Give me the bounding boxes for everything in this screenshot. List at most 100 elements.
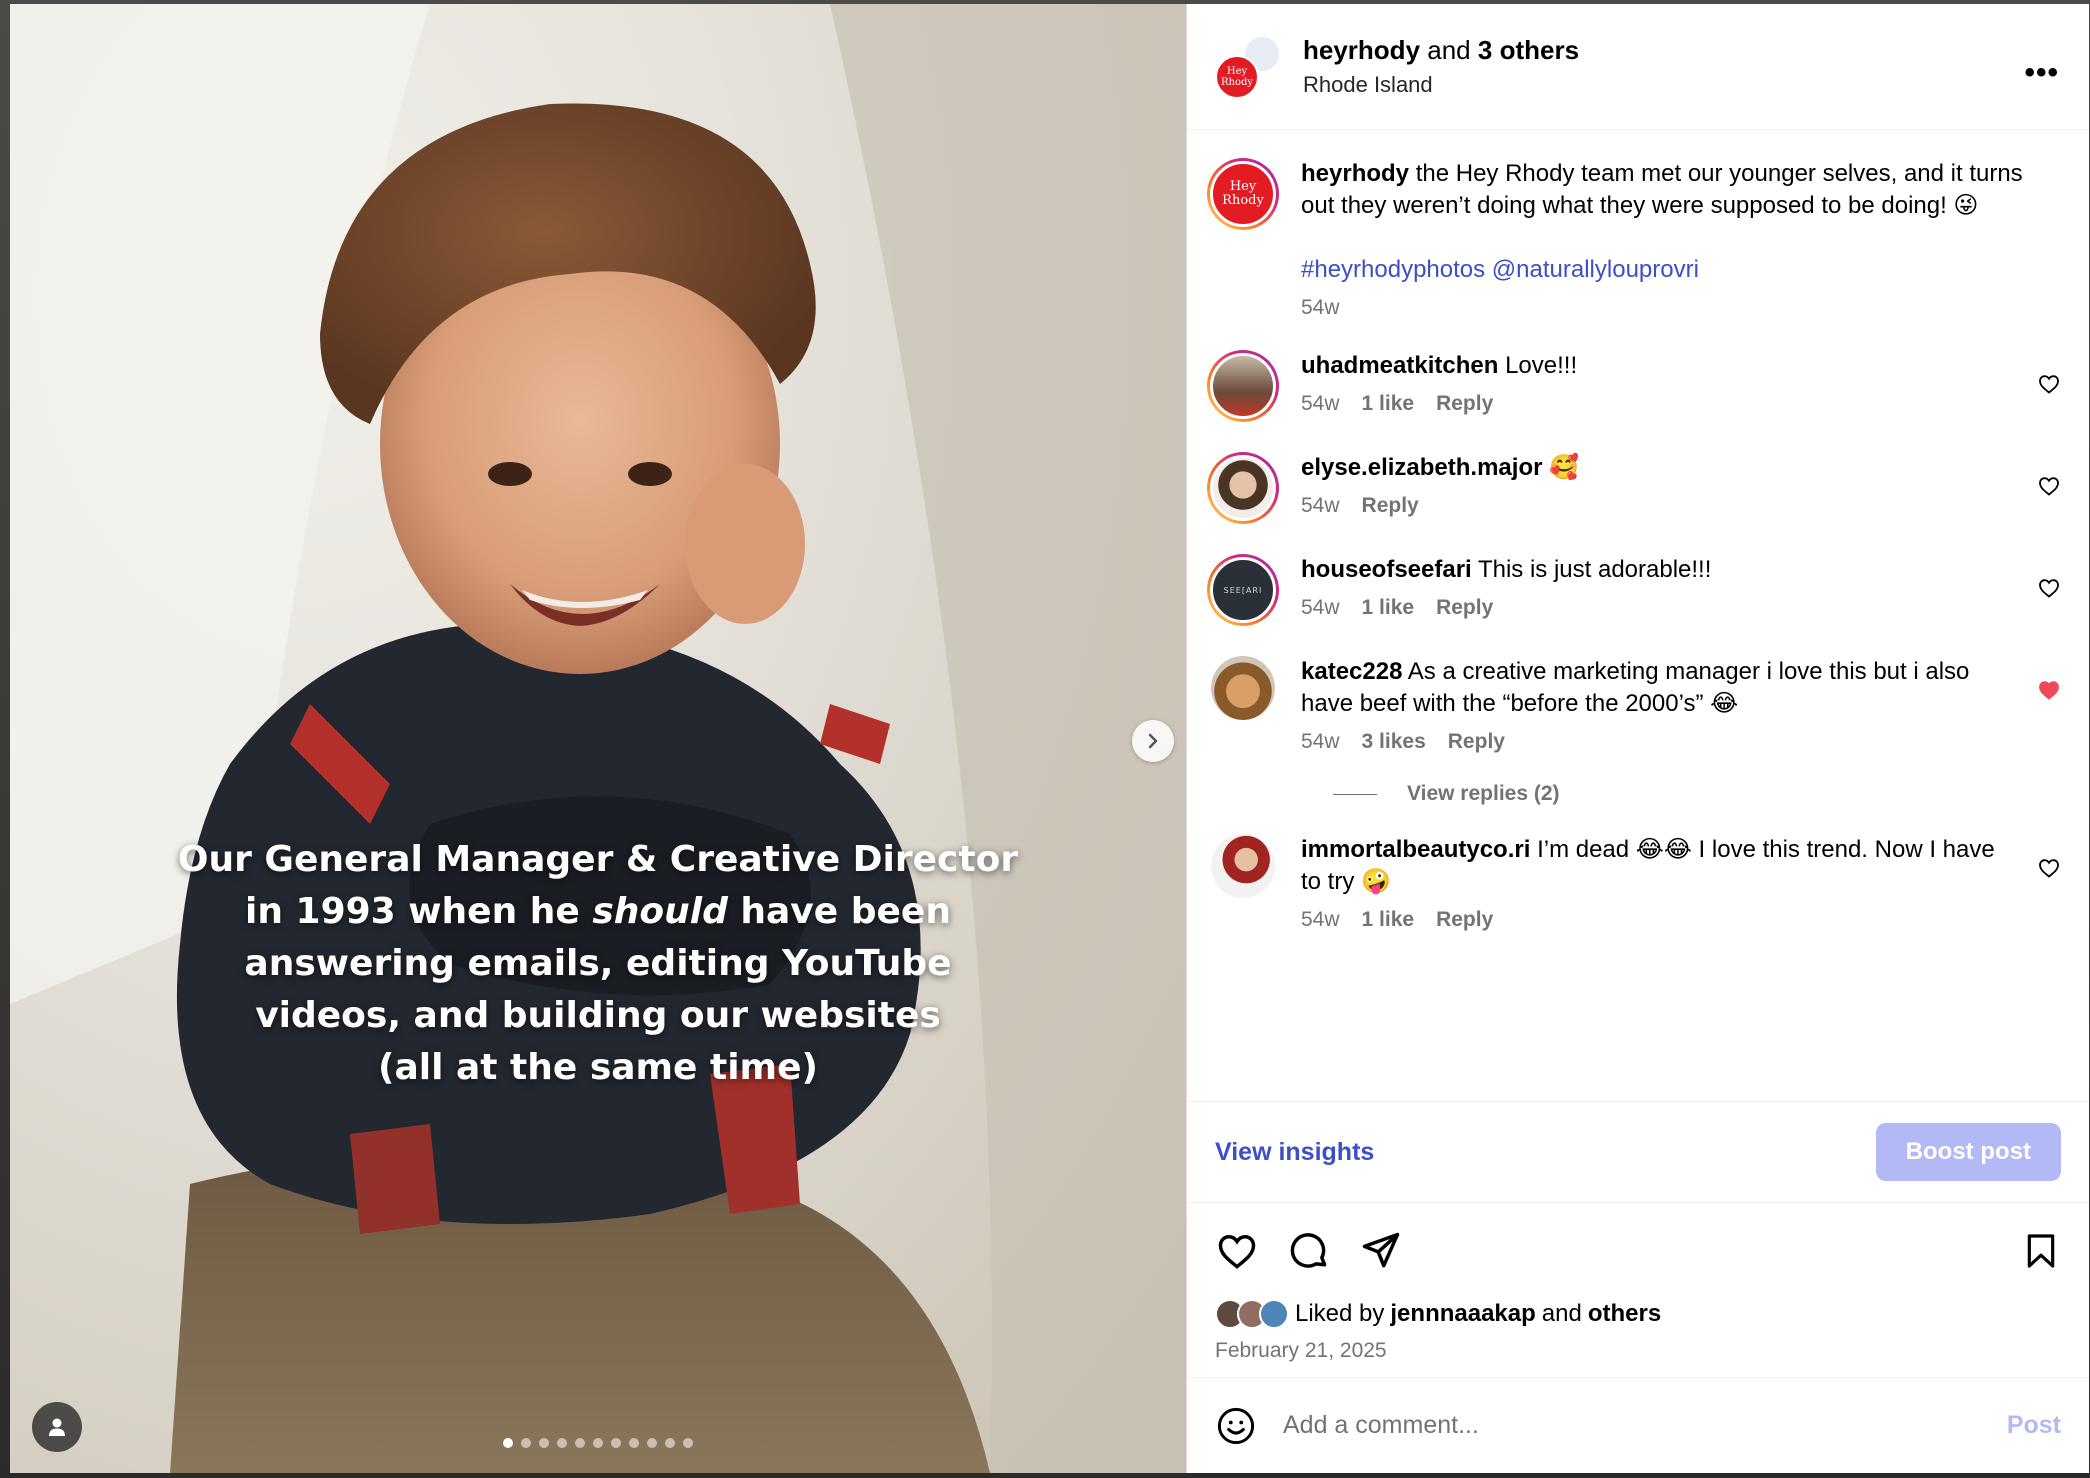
carousel-dot xyxy=(611,1438,621,1448)
caption-text: heyrhody the Hey Rhody team met our youn… xyxy=(1301,158,2041,222)
comment-like-count[interactable]: 1 like xyxy=(1362,596,1415,620)
bookmark-icon[interactable] xyxy=(2021,1229,2061,1273)
comment-item: katec228 As a creative marketing manager… xyxy=(1207,656,2061,754)
seefari-logo-avatar: SEE[ARI xyxy=(1210,557,1276,623)
emoji-smiley-icon[interactable] xyxy=(1215,1405,1257,1447)
heart-outline-icon[interactable] xyxy=(2037,474,2061,498)
owners-others[interactable]: 3 others xyxy=(1478,35,1579,65)
caption-time[interactable]: 54w xyxy=(1301,296,1340,320)
post-photo[interactable]: Our General Manager & Creative Director … xyxy=(10,4,1186,1473)
comment-meta: 54w Reply xyxy=(1301,494,2001,518)
liked-by-prefix: Liked by xyxy=(1295,1300,1385,1327)
comment-text: houseofseefari This is just adorable!!! xyxy=(1301,554,2001,586)
carousel-dot xyxy=(683,1438,693,1448)
post-comment-button[interactable]: Post xyxy=(2007,1411,2061,1440)
carousel-dot xyxy=(557,1438,567,1448)
carousel-dot xyxy=(665,1438,675,1448)
comment-username[interactable]: uhadmeatkitchen xyxy=(1301,352,1498,379)
overlay-line-3: answering emails, editing YouTube xyxy=(244,943,952,984)
comment-username[interactable]: immortalbeautyco.ri xyxy=(1301,836,1530,863)
logo-text-hey: Hey xyxy=(1229,179,1257,194)
like-heart-icon[interactable] xyxy=(1215,1229,1259,1273)
comment-username[interactable]: elyse.elizabeth.major xyxy=(1301,454,1542,481)
caption-message: the Hey Rhody team met our younger selve… xyxy=(1301,160,2023,219)
heart-outline-icon[interactable] xyxy=(2037,576,2061,600)
caption-tags[interactable]: #heyrhodyphotos @naturallylouprovri xyxy=(1301,254,2041,286)
comment-time[interactable]: 54w xyxy=(1301,908,1340,932)
heart-filled-icon[interactable] xyxy=(2037,678,2061,702)
overlay-line-4: videos, and building our websites xyxy=(255,995,941,1036)
heyrhody-logo-avatar: Hey Rhody xyxy=(1215,54,1259,99)
view-replies-button[interactable]: View replies (2) xyxy=(1333,782,2061,806)
comment-username[interactable]: katec228 xyxy=(1301,658,1402,685)
commenter-avatar[interactable] xyxy=(1211,656,1275,720)
liked-by-others[interactable]: others xyxy=(1588,1300,1661,1328)
comment-time[interactable]: 54w xyxy=(1301,392,1340,416)
caption-body: heyrhody the Hey Rhody team met our youn… xyxy=(1301,158,2061,320)
photo-scene xyxy=(10,4,1186,1473)
comment-body: uhadmeatkitchen Love!!! 54w 1 like Reply xyxy=(1301,350,2061,422)
comment-text: elyse.elizabeth.major 🥰 xyxy=(1301,452,2001,484)
comment-time[interactable]: 54w xyxy=(1301,596,1340,620)
comment-item: uhadmeatkitchen Love!!! 54w 1 like Reply xyxy=(1207,350,2061,422)
commenter-avatar[interactable] xyxy=(1211,834,1275,898)
boost-post-button[interactable]: Boost post xyxy=(1875,1123,2061,1181)
carousel-dot xyxy=(539,1438,549,1448)
view-insights-link[interactable]: View insights xyxy=(1215,1138,1374,1167)
comment-item: elyse.elizabeth.major 🥰 54w Reply xyxy=(1207,452,2061,524)
comment-message: Love!!! xyxy=(1505,352,1578,379)
comment-meta: 54w 3 likes Reply xyxy=(1301,730,2001,754)
comment-message: 🥰 xyxy=(1549,454,1580,481)
carousel-dot xyxy=(647,1438,657,1448)
comment-text: uhadmeatkitchen Love!!! xyxy=(1301,350,2001,382)
owner-username[interactable]: heyrhody xyxy=(1303,35,1420,65)
comment-body: houseofseefari This is just adorable!!! … xyxy=(1301,554,2061,626)
insights-bar: View insights Boost post xyxy=(1187,1101,2089,1203)
reply-button[interactable]: Reply xyxy=(1436,392,1493,416)
post-date[interactable]: February 21, 2025 xyxy=(1187,1329,2089,1377)
commenter-avatar[interactable] xyxy=(1207,350,1279,422)
caption-username[interactable]: heyrhody xyxy=(1301,160,1409,187)
comment-like-count[interactable]: 1 like xyxy=(1362,392,1415,416)
commenter-avatar[interactable]: SEE[ARI xyxy=(1207,554,1279,626)
liked-by-user[interactable]: jennnaaakap xyxy=(1390,1300,1535,1328)
heart-outline-icon[interactable] xyxy=(2037,856,2061,880)
comments-list[interactable]: Hey Rhody heyrhody the Hey Rhody team me… xyxy=(1187,130,2089,1101)
liker-avatars xyxy=(1215,1299,1289,1329)
post-owners[interactable]: heyrhody and 3 others xyxy=(1303,35,1579,66)
reply-button[interactable]: Reply xyxy=(1436,908,1493,932)
comment-time[interactable]: 54w xyxy=(1301,730,1340,754)
comment-like-count[interactable]: 1 like xyxy=(1362,908,1415,932)
likes-summary[interactable]: Liked by jennnaaakap and others xyxy=(1187,1299,2089,1329)
more-options-button[interactable]: ••• xyxy=(2024,56,2059,90)
comment-meta: 54w 1 like Reply xyxy=(1301,908,2001,932)
comment-time[interactable]: 54w xyxy=(1301,494,1340,518)
post-location[interactable]: Rhode Island xyxy=(1303,72,1579,98)
reply-button[interactable]: Reply xyxy=(1362,494,1419,518)
comment-like-count[interactable]: 3 likes xyxy=(1362,730,1426,754)
user-icon xyxy=(49,1418,65,1436)
reply-button[interactable]: Reply xyxy=(1436,596,1493,620)
overlay-line-2: in 1993 when he should have been xyxy=(10,886,1186,938)
owners-and: and xyxy=(1427,35,1471,65)
reply-button[interactable]: Reply xyxy=(1448,730,1505,754)
next-slide-button[interactable] xyxy=(1132,720,1174,762)
share-paper-plane-icon[interactable] xyxy=(1359,1229,1403,1273)
overlay-line-5: (all at the same time) xyxy=(378,1047,818,1088)
carousel-dot xyxy=(629,1438,639,1448)
caption-avatar[interactable]: Hey Rhody xyxy=(1207,158,1279,230)
commenter-avatar[interactable] xyxy=(1207,452,1279,524)
comment-input[interactable] xyxy=(1283,1411,1981,1440)
comment-meta: 54w 1 like Reply xyxy=(1301,596,2001,620)
overlay-emphasis: should xyxy=(592,891,728,932)
comment-bubble-icon[interactable] xyxy=(1287,1229,1331,1273)
comment-username[interactable]: houseofseefari xyxy=(1301,556,1472,583)
comment-message: As a creative marketing manager i love t… xyxy=(1301,658,1970,717)
liked-by-and: and xyxy=(1541,1300,1582,1327)
header-text: heyrhody and 3 others Rhode Island xyxy=(1303,35,1579,98)
carousel-dot xyxy=(503,1438,513,1448)
logo-text-rhody: Rhody xyxy=(1222,193,1264,208)
collab-avatars[interactable]: Hey Rhody xyxy=(1215,34,1281,99)
heart-outline-icon[interactable] xyxy=(2037,372,2061,396)
